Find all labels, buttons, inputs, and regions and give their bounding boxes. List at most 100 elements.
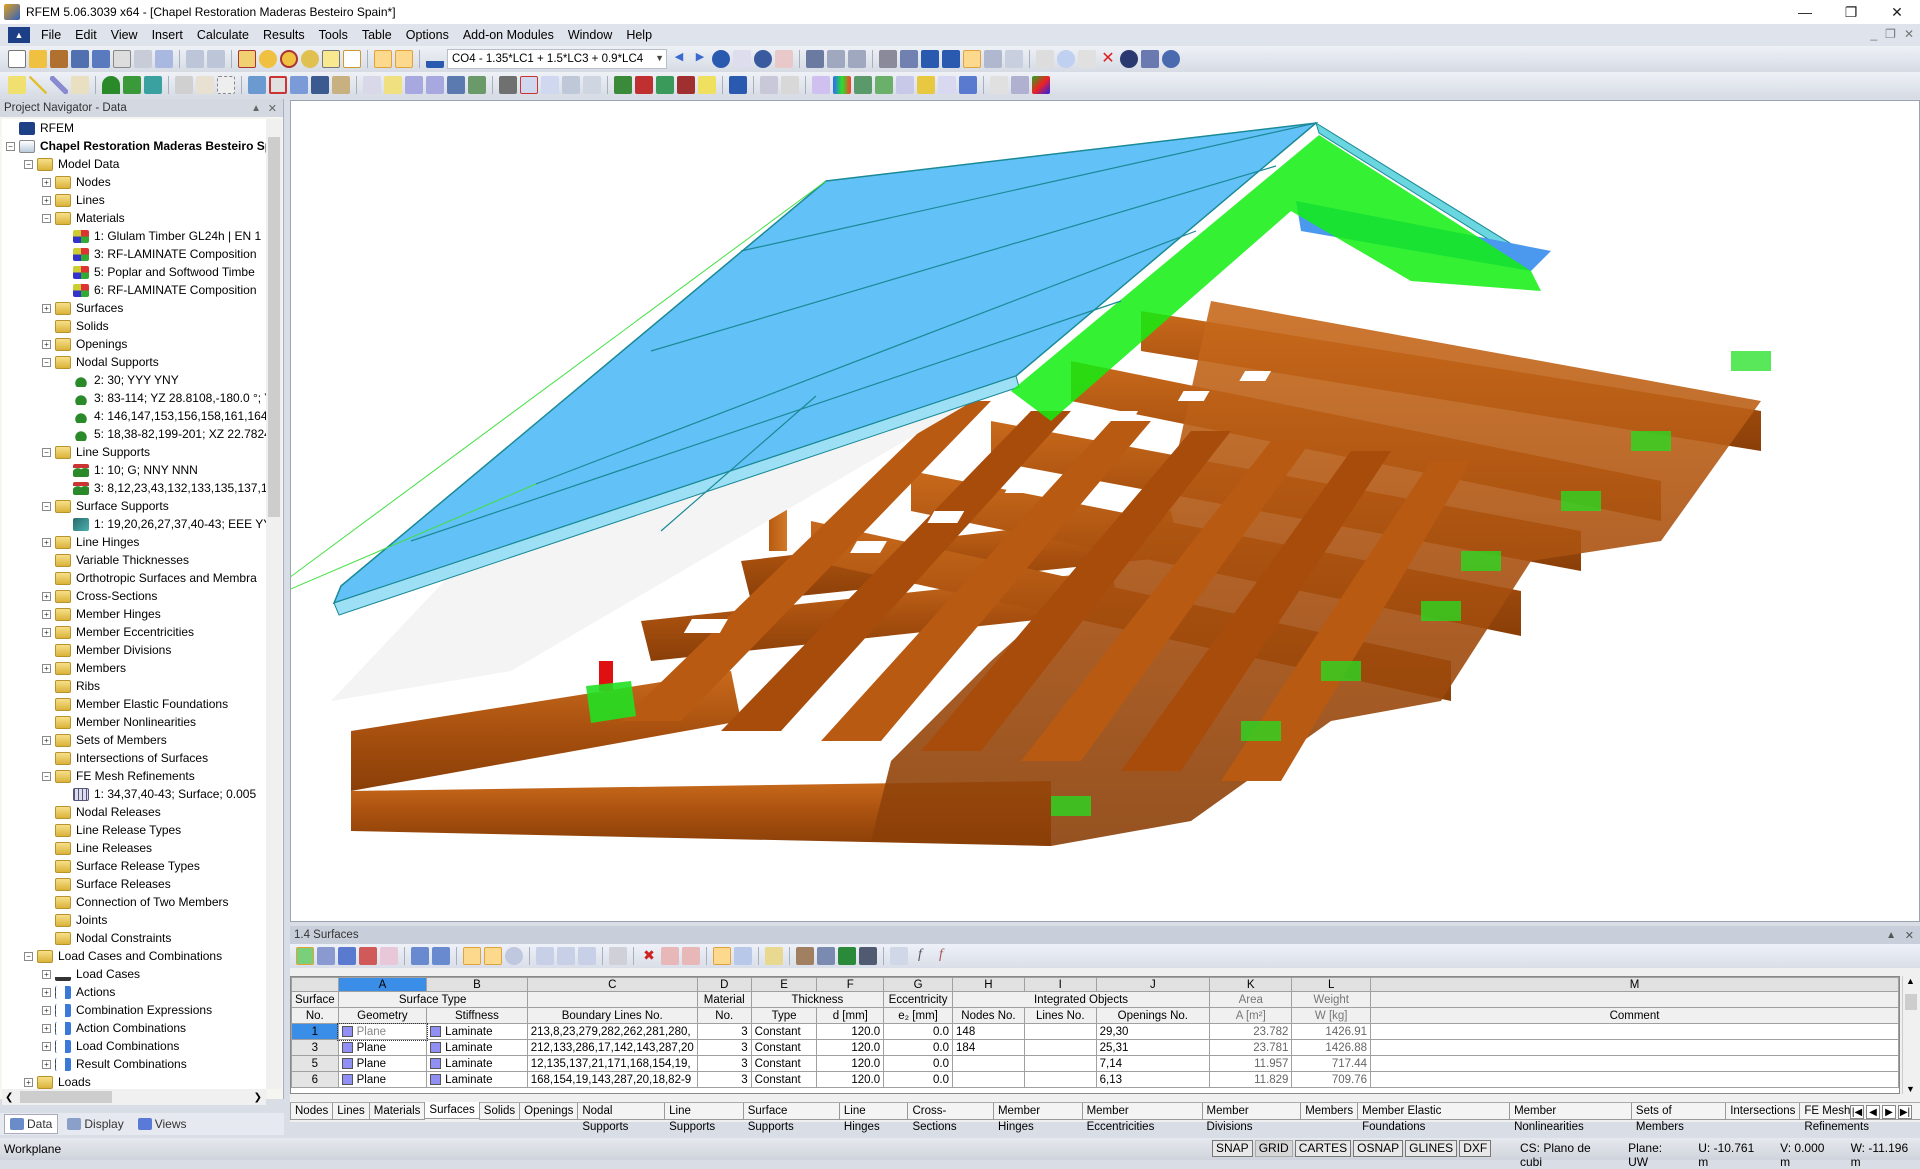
- load-combination-select[interactable]: CO4 - 1.35*LC1 + 1.5*LC3 + 0.9*LC4 ▼: [447, 49, 667, 69]
- scroll-right-icon[interactable]: ❯: [254, 1092, 262, 1103]
- cell-boundary-lines[interactable]: 12,135,137,21,171,168,154,19,: [526, 1055, 698, 1072]
- expand-icon[interactable]: +: [42, 663, 51, 673]
- move-copy-icon[interactable]: [1036, 50, 1054, 68]
- expand-icon[interactable]: +: [42, 627, 51, 637]
- sheet-tab-member-hinges[interactable]: Member Hinges: [992, 1103, 1083, 1133]
- expand-icon[interactable]: +: [42, 1059, 51, 1069]
- minimize-button[interactable]: —: [1782, 0, 1828, 24]
- col-header-i[interactable]: I: [1023, 977, 1097, 992]
- render-icon[interactable]: [698, 76, 716, 94]
- print-icon[interactable]: [134, 50, 152, 68]
- line-result-icon[interactable]: [896, 76, 914, 94]
- expand-icon[interactable]: +: [42, 195, 51, 205]
- tree-item[interactable]: Line Releases: [2, 839, 266, 857]
- cell-comment[interactable]: [1370, 1039, 1899, 1056]
- redo-icon[interactable]: [207, 50, 225, 68]
- col-header-f[interactable]: F: [816, 977, 885, 992]
- plane-xz-icon[interactable]: [963, 50, 981, 68]
- grid-points-icon[interactable]: [827, 50, 845, 68]
- cell-nodes[interactable]: [952, 1055, 1025, 1072]
- add-icon[interactable]: [536, 947, 554, 965]
- cell-eccentricity[interactable]: 0.0: [883, 1023, 954, 1040]
- menu-results[interactable]: Results: [256, 28, 312, 42]
- tree-item[interactable]: + Load Cases: [2, 965, 266, 983]
- magic-wand-icon[interactable]: [1011, 76, 1029, 94]
- expand-icon[interactable]: +: [42, 303, 51, 313]
- cell-openings[interactable]: 29,30: [1095, 1023, 1211, 1040]
- dimension-icon[interactable]: [175, 76, 193, 94]
- sheet-tab-members[interactable]: Members: [1300, 1103, 1359, 1120]
- table-row[interactable]: 5 Plane Laminate 12,135,137,21,171,168,154,…: [291, 1055, 1899, 1072]
- sync-selection-icon[interactable]: [463, 947, 481, 965]
- new-file-icon[interactable]: [8, 50, 26, 68]
- expand-icon[interactable]: +: [42, 1041, 51, 1051]
- col-header-a[interactable]: A: [337, 977, 428, 992]
- zoom-window-icon[interactable]: [520, 76, 538, 94]
- cell-stiffness[interactable]: Laminate: [426, 1055, 528, 1072]
- result-values-icon[interactable]: [733, 50, 751, 68]
- tree-item[interactable]: + Load Combinations: [2, 1037, 266, 1055]
- menu-add-on-modules[interactable]: Add-on Modules: [456, 28, 561, 42]
- results-on-off-icon[interactable]: [712, 50, 730, 68]
- work-plane-icon[interactable]: [900, 50, 918, 68]
- cell-material[interactable]: 3: [696, 1055, 752, 1072]
- cell-comment[interactable]: [1370, 1023, 1899, 1040]
- row-layout-icon[interactable]: [734, 947, 752, 965]
- tree-item[interactable]: Surface Releases: [2, 875, 266, 893]
- cell-boundary-lines[interactable]: 213,8,23,279,282,262,281,280,: [526, 1023, 698, 1040]
- cell-geometry[interactable]: Plane: [337, 1022, 428, 1041]
- collapse-icon[interactable]: −: [24, 951, 33, 961]
- cell-eccentricity[interactable]: 0.0: [883, 1039, 954, 1056]
- pin-icon[interactable]: ▲: [1886, 930, 1896, 941]
- cell-stiffness[interactable]: Laminate: [426, 1039, 528, 1056]
- fx-icon[interactable]: f: [911, 947, 929, 965]
- edit-icon[interactable]: [765, 947, 783, 965]
- mdi-minimize-button[interactable]: _: [1870, 27, 1877, 41]
- select-in-graphic-icon[interactable]: [484, 947, 502, 965]
- arrow-left-icon[interactable]: [661, 947, 679, 965]
- zoom-all-icon[interactable]: [541, 76, 559, 94]
- sheet-tab-materials[interactable]: Materials: [368, 1103, 426, 1120]
- cell-thickness-d[interactable]: 120.0: [816, 1055, 885, 1072]
- tree-item[interactable]: + Combination Expressions: [2, 1001, 266, 1019]
- table-grid-icon[interactable]: [395, 50, 413, 68]
- nodal-support-icon[interactable]: [102, 76, 120, 94]
- mdi-restore-button[interactable]: ❐: [1885, 27, 1896, 41]
- cell-surface-no[interactable]: 6: [291, 1071, 339, 1088]
- collapse-icon[interactable]: −: [42, 501, 51, 511]
- sheet-tab-cross-sections[interactable]: Cross-Sections: [907, 1103, 994, 1133]
- scroll-down-icon[interactable]: ▼: [1906, 1084, 1915, 1094]
- tree-item[interactable]: 3: 83-114; YZ 28.8108,-180.0 °; Y: [2, 389, 266, 407]
- tree-item[interactable]: 5: 18,38-82,199-201; XZ 22.7824: [2, 425, 266, 443]
- grid-lines-icon[interactable]: [848, 50, 866, 68]
- comment-icon[interactable]: [196, 76, 214, 94]
- expand-icon[interactable]: +: [42, 987, 51, 997]
- cell-geometry[interactable]: Plane: [337, 1039, 428, 1056]
- cell-thickness-d[interactable]: 120.0: [816, 1039, 885, 1056]
- next-table-icon[interactable]: [432, 947, 450, 965]
- cell-thickness-d[interactable]: 120.0: [816, 1023, 885, 1040]
- tree-item[interactable]: Solids: [2, 317, 266, 335]
- cell-openings[interactable]: 7,14: [1095, 1055, 1211, 1072]
- expand-icon[interactable]: +: [42, 609, 51, 619]
- column-layout-icon[interactable]: [713, 947, 731, 965]
- cell-nodes[interactable]: 148: [952, 1023, 1025, 1040]
- section-cut-icon[interactable]: [781, 76, 799, 94]
- print-preview-icon[interactable]: [155, 50, 173, 68]
- col-header-k[interactable]: K: [1209, 977, 1293, 992]
- new-node-icon[interactable]: [8, 76, 26, 94]
- cell-thickness-type[interactable]: Constant: [750, 1039, 818, 1056]
- gear-icon[interactable]: [1162, 50, 1180, 68]
- cell-material[interactable]: 3: [696, 1039, 752, 1056]
- tree-item[interactable]: 4: 146,147,153,156,158,161,164;: [2, 407, 266, 425]
- expand-icon[interactable]: +: [24, 1077, 33, 1087]
- close-icon[interactable]: ✕: [268, 102, 277, 115]
- next-icon[interactable]: ▶: [691, 50, 709, 68]
- col-header-c[interactable]: C: [526, 977, 698, 992]
- color-surface-icon[interactable]: [833, 76, 851, 94]
- new-solid-icon[interactable]: [290, 76, 308, 94]
- surface-support-icon[interactable]: [144, 76, 162, 94]
- view-minus-x-icon[interactable]: [677, 76, 695, 94]
- tree-item[interactable]: − Line Supports: [2, 443, 266, 461]
- deformation-icon[interactable]: [760, 76, 778, 94]
